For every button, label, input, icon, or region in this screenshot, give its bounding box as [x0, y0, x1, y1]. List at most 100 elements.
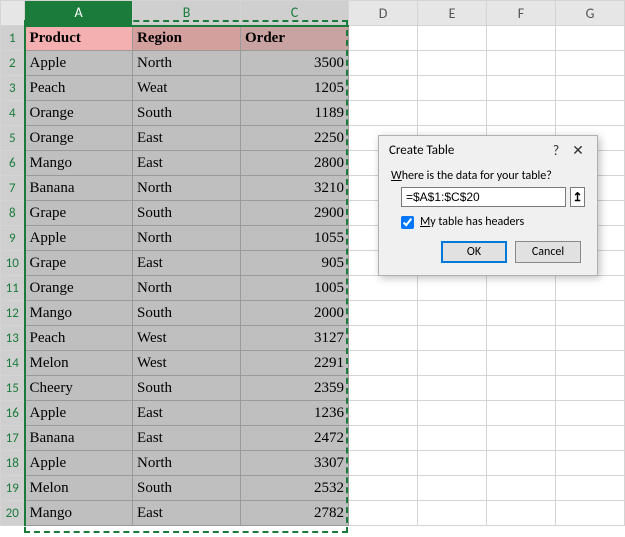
empty-cell[interactable] [487, 426, 556, 451]
empty-cell[interactable] [487, 476, 556, 501]
empty-cell[interactable] [556, 301, 625, 326]
row-header[interactable]: 19 [1, 476, 25, 501]
data-cell[interactable]: 1205 [241, 76, 349, 101]
data-cell[interactable]: Apple [25, 226, 133, 251]
empty-cell[interactable] [349, 326, 418, 351]
empty-cell[interactable] [487, 301, 556, 326]
data-cell[interactable]: Banana [25, 176, 133, 201]
data-cell[interactable]: Melon [25, 351, 133, 376]
data-cell[interactable]: North [133, 226, 241, 251]
data-cell[interactable]: North [133, 451, 241, 476]
empty-cell[interactable] [487, 51, 556, 76]
data-cell[interactable]: Grape [25, 251, 133, 276]
data-cell[interactable]: 2800 [241, 151, 349, 176]
data-cell[interactable]: Mango [25, 151, 133, 176]
row-header[interactable]: 4 [1, 101, 25, 126]
empty-cell[interactable] [556, 276, 625, 301]
empty-cell[interactable] [418, 401, 487, 426]
data-cell[interactable]: 2359 [241, 376, 349, 401]
data-cell[interactable]: East [133, 151, 241, 176]
empty-cell[interactable] [487, 501, 556, 526]
empty-cell[interactable] [487, 401, 556, 426]
empty-cell[interactable] [349, 301, 418, 326]
empty-cell[interactable] [556, 376, 625, 401]
row-header[interactable]: 1 [1, 26, 25, 51]
data-cell[interactable]: Orange [25, 101, 133, 126]
data-cell[interactable]: Melon [25, 476, 133, 501]
col-header-A[interactable]: A [25, 1, 133, 26]
data-cell[interactable]: South [133, 301, 241, 326]
data-cell[interactable]: Banana [25, 426, 133, 451]
data-cell[interactable]: 1189 [241, 101, 349, 126]
row-header[interactable]: 14 [1, 351, 25, 376]
row-header[interactable]: 16 [1, 401, 25, 426]
headers-checkbox[interactable] [401, 216, 414, 229]
data-cell[interactable]: Orange [25, 126, 133, 151]
data-cell[interactable]: North [133, 276, 241, 301]
row-header[interactable]: 10 [1, 251, 25, 276]
empty-cell[interactable] [418, 426, 487, 451]
data-cell[interactable]: Peach [25, 326, 133, 351]
empty-cell[interactable] [556, 501, 625, 526]
row-header[interactable]: 3 [1, 76, 25, 101]
empty-cell[interactable] [349, 26, 418, 51]
data-cell[interactable]: South [133, 201, 241, 226]
help-icon[interactable]: ? [545, 142, 567, 159]
empty-cell[interactable] [349, 76, 418, 101]
cancel-button[interactable]: Cancel [515, 241, 581, 263]
data-cell[interactable]: East [133, 401, 241, 426]
empty-cell[interactable] [556, 351, 625, 376]
row-header[interactable]: 6 [1, 151, 25, 176]
empty-cell[interactable] [487, 101, 556, 126]
data-cell[interactable]: West [133, 326, 241, 351]
data-cell[interactable]: East [133, 126, 241, 151]
select-all-corner[interactable] [1, 1, 25, 26]
data-cell[interactable]: South [133, 376, 241, 401]
empty-cell[interactable] [418, 76, 487, 101]
data-cell[interactable]: Mango [25, 301, 133, 326]
col-header-G[interactable]: G [556, 1, 625, 26]
empty-cell[interactable] [418, 351, 487, 376]
row-header[interactable]: 13 [1, 326, 25, 351]
empty-cell[interactable] [418, 501, 487, 526]
col-header-B[interactable]: B [133, 1, 241, 26]
empty-cell[interactable] [556, 76, 625, 101]
empty-cell[interactable] [487, 451, 556, 476]
data-cell[interactable]: Orange [25, 276, 133, 301]
data-cell[interactable]: North [133, 176, 241, 201]
data-cell[interactable]: Mango [25, 501, 133, 526]
empty-cell[interactable] [418, 476, 487, 501]
empty-cell[interactable] [556, 451, 625, 476]
data-cell[interactable]: Apple [25, 401, 133, 426]
data-cell[interactable]: 2291 [241, 351, 349, 376]
data-cell[interactable]: Grape [25, 201, 133, 226]
data-cell[interactable]: Peach [25, 76, 133, 101]
empty-cell[interactable] [556, 26, 625, 51]
col-header-F[interactable]: F [487, 1, 556, 26]
row-header[interactable]: 12 [1, 301, 25, 326]
range-input[interactable] [401, 187, 566, 207]
empty-cell[interactable] [349, 401, 418, 426]
row-header[interactable]: 15 [1, 376, 25, 401]
ok-button[interactable]: OK [441, 241, 507, 263]
empty-cell[interactable] [418, 51, 487, 76]
empty-cell[interactable] [487, 351, 556, 376]
empty-cell[interactable] [349, 51, 418, 76]
row-header[interactable]: 9 [1, 226, 25, 251]
empty-cell[interactable] [418, 326, 487, 351]
data-cell[interactable]: Apple [25, 451, 133, 476]
empty-cell[interactable] [556, 476, 625, 501]
empty-cell[interactable] [349, 451, 418, 476]
empty-cell[interactable] [487, 376, 556, 401]
data-cell[interactable]: 1055 [241, 226, 349, 251]
dialog-titlebar[interactable]: Create Table ? ✕ [379, 136, 597, 163]
empty-cell[interactable] [349, 351, 418, 376]
empty-cell[interactable] [349, 376, 418, 401]
data-cell[interactable]: 2532 [241, 476, 349, 501]
col-header-C[interactable]: C [241, 1, 349, 26]
empty-cell[interactable] [556, 326, 625, 351]
row-header[interactable]: 8 [1, 201, 25, 226]
row-header[interactable]: 5 [1, 126, 25, 151]
empty-cell[interactable] [349, 426, 418, 451]
data-cell[interactable]: 2250 [241, 126, 349, 151]
